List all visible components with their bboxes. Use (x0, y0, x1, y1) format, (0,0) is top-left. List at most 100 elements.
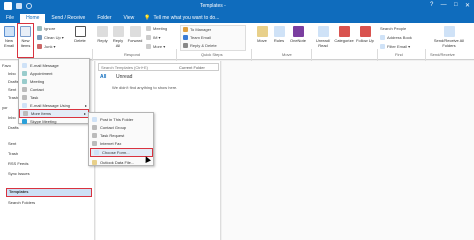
reply-all-icon (112, 26, 124, 37)
close-icon[interactable]: ✕ (465, 2, 470, 10)
address-book-button[interactable]: Address Book (380, 35, 412, 40)
reply-button[interactable]: Reply (96, 26, 109, 43)
folder-item[interactable]: RSS Feeds (8, 161, 28, 166)
new-email-icon (3, 26, 15, 37)
rules-button[interactable]: Rules (272, 26, 286, 43)
forward-button[interactable]: Forward (127, 26, 143, 43)
more-button[interactable]: More ▾ (146, 44, 165, 49)
search-box[interactable]: Search Templates (Ctrl+E) Current Folder (98, 63, 219, 71)
envelope-icon (22, 102, 27, 108)
folder-item[interactable]: Inbo (8, 71, 16, 76)
folder-item[interactable]: Search Folders (8, 200, 35, 205)
quick-step-reply-delete[interactable]: Reply & Delete (183, 43, 217, 48)
form-icon (94, 150, 99, 155)
menu-item-post-in-folder[interactable]: Post in This Folder (89, 115, 153, 123)
junk-icon (37, 44, 42, 49)
filter-email-button[interactable]: Filter Email ▾ (380, 44, 410, 49)
lightbulb-icon: 💡 (144, 15, 151, 21)
tab-home[interactable]: Home (20, 14, 46, 23)
save-icon[interactable] (16, 3, 22, 9)
menu-item-appointment[interactable]: Appointment (19, 69, 89, 77)
categorize-icon (338, 26, 350, 37)
menu-item-contact[interactable]: Contact (19, 85, 89, 93)
outlook-logo-icon (4, 2, 12, 10)
tab-send-receive[interactable]: Send / Receive (45, 14, 91, 23)
to-manager-icon (183, 27, 188, 32)
menu-item-meeting[interactable]: Meeting (19, 77, 89, 85)
folder-item-templates[interactable]: Templates (6, 188, 92, 197)
quick-step-to-manager[interactable]: To Manager (183, 27, 211, 32)
fax-icon (92, 140, 97, 146)
envelope-icon (22, 62, 27, 68)
delete-icon (74, 26, 86, 37)
reply-icon (97, 26, 108, 37)
categorize-button[interactable]: Categorize (334, 26, 354, 43)
search-scope[interactable]: Current Folder (179, 65, 205, 70)
task-icon (22, 94, 27, 100)
folder-item[interactable]: Drafts (8, 125, 19, 130)
new-email-button[interactable]: New Email (2, 26, 16, 48)
tab-file[interactable]: File (0, 14, 20, 23)
filter-unread[interactable]: Unread (116, 74, 132, 80)
undo-icon[interactable] (26, 3, 32, 9)
tell-me-box[interactable]: 💡 Tell me what you want to do... (144, 14, 219, 23)
data-file-icon (92, 159, 97, 165)
menu-item-email-using[interactable]: E-mail Message Using ▸ (19, 101, 89, 109)
menu-item-internet-fax[interactable]: Internet Fax (89, 139, 153, 147)
im-icon (146, 35, 151, 40)
ignore-button[interactable]: Ignore (37, 26, 55, 31)
im-button[interactable]: IM ▾ (146, 35, 161, 40)
delete-button[interactable]: Delete (72, 26, 88, 43)
menu-item-email-message[interactable]: E-mail Message (19, 61, 89, 69)
reply-all-button[interactable]: Reply All (111, 26, 125, 48)
filter-icon (380, 44, 385, 49)
meeting-icon (22, 78, 27, 84)
new-items-button[interactable]: New Items (17, 23, 34, 58)
tab-view[interactable]: View (118, 14, 141, 23)
tell-me-text: Tell me what you want to do... (153, 15, 220, 21)
clean-up-button[interactable]: Clean Up ▾ (37, 35, 64, 40)
account-header[interactable]: yor (2, 105, 8, 110)
follow-up-button[interactable]: Follow Up (356, 26, 374, 43)
forward-icon (129, 26, 141, 37)
reading-pane (222, 61, 474, 240)
onenote-button[interactable]: OneNote (289, 26, 307, 43)
help-icon[interactable]: ? (430, 2, 433, 10)
junk-button[interactable]: Junk ▾ (37, 44, 56, 49)
folder-item[interactable]: Sync Issues (8, 171, 30, 176)
menu-item-skype-meeting[interactable]: Skype Meeting (19, 118, 89, 125)
menu-item-contact-group[interactable]: Contact Group (89, 123, 153, 131)
unread-read-icon (317, 26, 329, 37)
minimize-icon[interactable]: — (441, 2, 447, 10)
new-items-label: New Items (20, 38, 31, 48)
folder-item[interactable]: Trash (8, 151, 18, 156)
folder-item[interactable]: Trash (8, 95, 18, 100)
new-items-icon (20, 26, 31, 37)
menu-item-task-request[interactable]: Task Request (89, 131, 153, 139)
menu-item-more-items[interactable]: More Items ▸ (19, 109, 89, 118)
quick-steps-gallery: To Manager Team Email Reply & Delete (180, 25, 246, 51)
title-bar: Templates - ? — □ ✕ (0, 0, 474, 12)
group-label-respond: Respond (124, 52, 141, 57)
folder-item[interactable]: Sent (8, 87, 16, 92)
menu-item-choose-form[interactable]: Choose Form... (90, 148, 153, 157)
filter-all[interactable]: All (100, 74, 106, 80)
folder-item[interactable]: Inbo (8, 115, 16, 120)
folder-item[interactable]: Sent (8, 141, 16, 146)
ignore-icon (37, 26, 42, 31)
search-placeholder: Search Templates (Ctrl+E) (101, 65, 148, 70)
maximize-icon[interactable]: □ (454, 2, 458, 10)
quick-step-team-email[interactable]: Team Email (183, 35, 211, 40)
unread-read-button[interactable]: Unread/ Read (314, 26, 332, 48)
onenote-icon (292, 26, 304, 37)
send-receive-all-button[interactable]: Send/Receive All Folders (427, 26, 471, 48)
menu-item-task[interactable]: Task (19, 93, 89, 101)
tab-folder[interactable]: Folder (91, 14, 117, 23)
move-button[interactable]: Move (255, 26, 269, 43)
search-people-box[interactable]: Search People (380, 26, 406, 31)
move-icon (256, 26, 268, 37)
favorites-header[interactable]: Favo (2, 63, 11, 68)
contact-icon (22, 86, 27, 92)
meeting-button[interactable]: Meeting (146, 26, 167, 31)
flag-icon (359, 26, 371, 37)
